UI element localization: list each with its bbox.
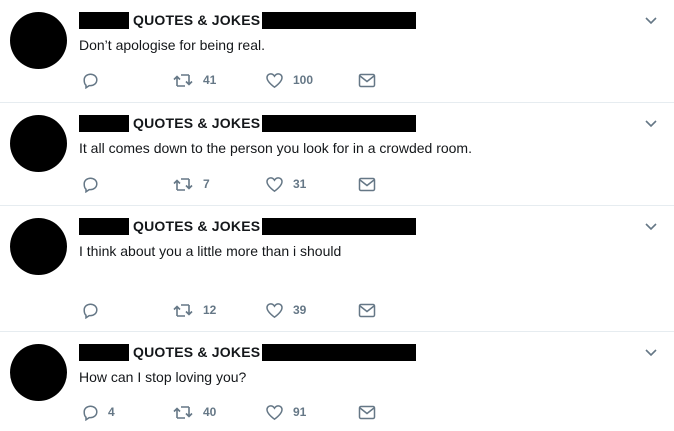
tweet-text: Don’t apologise for being real. [79, 37, 266, 53]
tweet-text: How can I stop loving you? [79, 369, 247, 385]
redaction-block [262, 114, 417, 132]
avatar[interactable] [10, 115, 67, 172]
retweet-button[interactable]: 12 [172, 301, 216, 319]
retweet-count: 12 [203, 303, 217, 317]
account-name-row[interactable]: QUOTES & JOKES [79, 343, 417, 361]
account-name-row[interactable]: QUOTES & JOKES [79, 11, 417, 29]
tweet[interactable]: QUOTES & JOKES How can I stop loving you… [0, 332, 674, 431]
retweet-icon [173, 303, 193, 317]
tweet-text: It all comes down to the person you look… [79, 140, 472, 156]
chevron-down-icon[interactable] [644, 222, 658, 232]
retweet-icon [173, 405, 193, 419]
chevron-down-icon[interactable] [644, 16, 658, 26]
like-button[interactable]: 91 [265, 403, 306, 421]
avatar[interactable] [10, 344, 67, 401]
redaction-block [79, 11, 129, 29]
heart-icon [266, 176, 283, 192]
reply-button[interactable] [82, 175, 108, 193]
retweet-button[interactable]: 40 [172, 403, 216, 421]
heart-icon [266, 404, 283, 420]
tweet-text: I think about you a little more than i s… [79, 243, 342, 259]
heart-icon [266, 72, 283, 88]
account-name[interactable]: QUOTES & JOKES [129, 12, 262, 29]
like-button[interactable]: 31 [265, 175, 306, 193]
chevron-down-icon[interactable] [644, 348, 658, 358]
tweet[interactable]: QUOTES & JOKES I think about you a littl… [0, 206, 674, 332]
retweet-button[interactable]: 7 [172, 175, 210, 193]
avatar[interactable] [10, 12, 67, 69]
redaction-block [262, 217, 417, 235]
retweet-button[interactable]: 41 [172, 71, 216, 89]
chevron-down-icon[interactable] [644, 119, 658, 129]
reply-button[interactable]: 4 [82, 403, 115, 421]
envelope-icon [358, 303, 376, 317]
like-button[interactable]: 39 [265, 301, 306, 319]
redaction-block [262, 343, 417, 361]
redaction-block [79, 343, 129, 361]
like-count: 39 [293, 303, 307, 317]
like-button[interactable]: 100 [265, 71, 313, 89]
redaction-block [262, 11, 417, 29]
tweet[interactable]: QUOTES & JOKES It all comes down to the … [0, 103, 674, 206]
account-name[interactable]: QUOTES & JOKES [129, 344, 262, 361]
reply-icon [83, 302, 98, 319]
like-count: 31 [293, 177, 307, 191]
envelope-icon [358, 405, 376, 419]
message-button[interactable] [358, 175, 376, 193]
message-button[interactable] [358, 301, 376, 319]
reply-button[interactable] [82, 301, 108, 319]
tweet-feed: QUOTES & JOKES Don’t apologise for being… [0, 0, 674, 431]
redaction-block [79, 217, 129, 235]
reply-icon [83, 176, 98, 193]
retweet-count: 40 [203, 405, 217, 419]
avatar[interactable] [10, 218, 67, 275]
retweet-count: 41 [203, 73, 217, 87]
like-count: 91 [293, 405, 307, 419]
reply-button[interactable] [82, 71, 108, 89]
message-button[interactable] [358, 71, 376, 89]
account-name[interactable]: QUOTES & JOKES [129, 115, 262, 132]
heart-icon [266, 302, 283, 318]
account-name-row[interactable]: QUOTES & JOKES [79, 217, 417, 235]
account-name[interactable]: QUOTES & JOKES [129, 218, 262, 235]
redaction-block [79, 114, 129, 132]
account-name-row[interactable]: QUOTES & JOKES [79, 114, 417, 132]
retweet-count: 7 [203, 177, 210, 191]
reply-count: 4 [108, 405, 115, 419]
envelope-icon [358, 177, 376, 191]
reply-icon [83, 404, 98, 421]
like-count: 100 [293, 73, 314, 87]
tweet[interactable]: QUOTES & JOKES Don’t apologise for being… [0, 0, 674, 103]
retweet-icon [173, 177, 193, 191]
retweet-icon [173, 73, 193, 87]
reply-icon [83, 72, 98, 89]
envelope-icon [358, 73, 376, 87]
message-button[interactable] [358, 403, 376, 421]
